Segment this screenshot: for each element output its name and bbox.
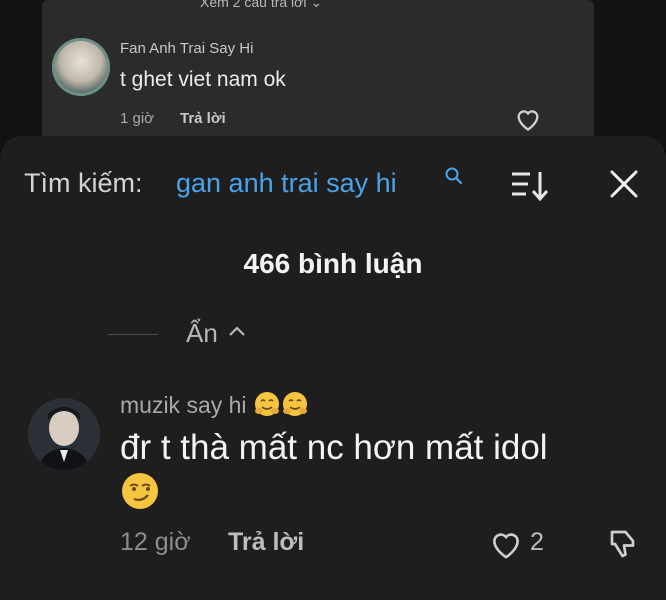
close-icon[interactable] [608, 168, 640, 205]
smirk-emoji [120, 471, 160, 522]
comment-author[interactable]: muzik say hi [120, 390, 309, 419]
sort-icon[interactable] [510, 168, 550, 207]
search-header: Tìm kiếm: gan anh trai say hi [24, 166, 644, 208]
like-count: 2 [530, 528, 544, 556]
heart-icon [514, 106, 542, 137]
avatar[interactable] [28, 398, 100, 470]
hide-label[interactable]: Ẩn [186, 318, 218, 349]
comment-count: 466 bình luận [243, 248, 423, 279]
chevron-up-icon[interactable] [228, 324, 246, 343]
search-query-link[interactable]: gan anh trai say hi [176, 168, 397, 199]
hide-replies-toggle[interactable]: Ẩn [108, 316, 308, 352]
dislike-icon[interactable] [606, 526, 642, 567]
background-time: 1 giờ [120, 110, 155, 127]
view-replies-link: Xem 2 câu trả lời ⌄ [200, 0, 322, 11]
chevron-down-icon: ⌄ [310, 0, 323, 10]
magnifier-icon[interactable] [444, 166, 464, 191]
heart-icon[interactable] [488, 533, 524, 564]
hug-emoji [253, 390, 281, 418]
search-label: Tìm kiếm: [24, 168, 143, 198]
background-reply: Trả lời [180, 110, 226, 127]
background-comment-text: t ghet viet nam ok [120, 68, 286, 91]
background-avatar [52, 38, 110, 96]
hug-emoji [281, 390, 309, 418]
comment-time: 12 giờ [120, 528, 191, 556]
comment-body: đr t thà mất nc hơn mất idol [120, 428, 548, 467]
view-replies-label: Xem 2 câu trả lời [200, 0, 307, 10]
divider [108, 334, 158, 335]
like-button[interactable]: 2 [488, 528, 544, 560]
background-author: Fan Anh Trai Say Hi [120, 40, 254, 57]
background-screenshot: Xem 2 câu trả lời ⌄ Fan Anh Trai Say Hi … [0, 0, 666, 150]
comments-sheet: Tìm kiếm: gan anh trai say hi 466 bình l… [0, 136, 666, 600]
background-comment-card: Xem 2 câu trả lời ⌄ Fan Anh Trai Say Hi … [42, 0, 594, 142]
comment-text: đr t thà mất nc hơn mất idol [120, 426, 660, 522]
reply-button[interactable]: Trả lời [228, 528, 304, 557]
author-name[interactable]: muzik say hi [120, 392, 247, 418]
